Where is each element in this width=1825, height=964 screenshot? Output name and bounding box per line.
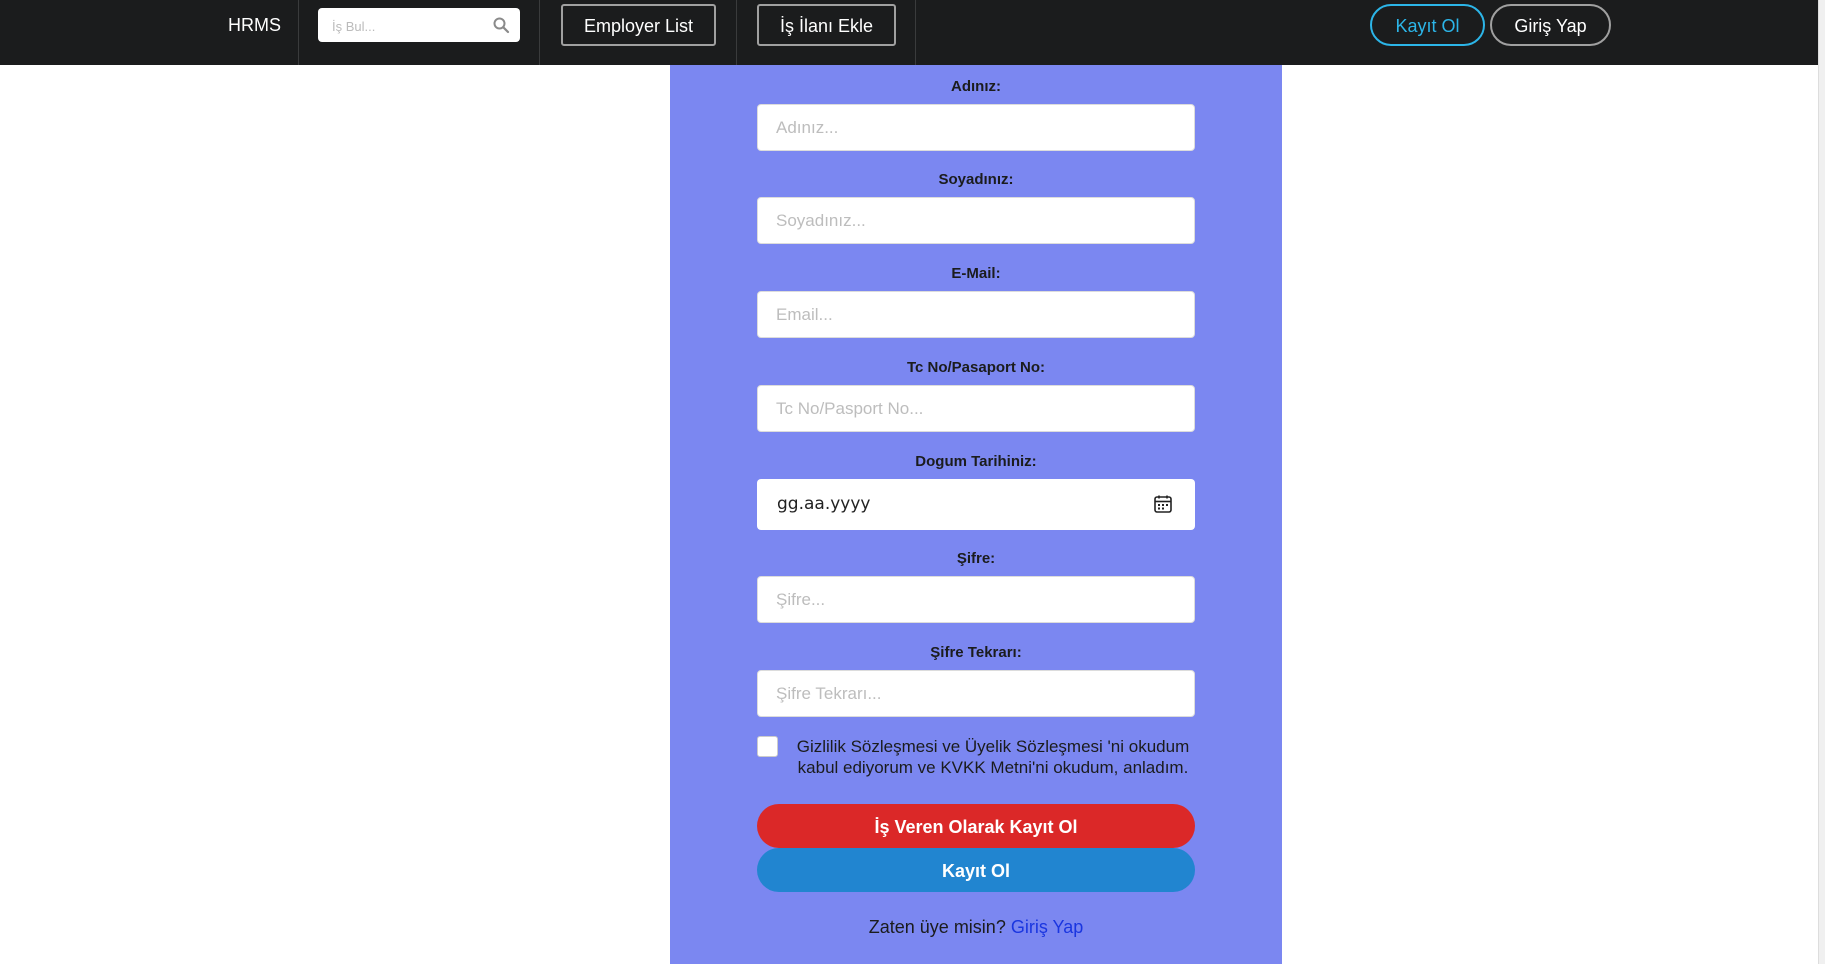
search-input[interactable]	[330, 8, 494, 44]
employer-list-button[interactable]: Employer List	[561, 4, 716, 46]
nav-divider	[736, 0, 737, 65]
login-prompt-text: Zaten üye misin?	[868, 917, 1006, 937]
calendar-icon[interactable]	[1153, 494, 1173, 514]
consent-line-2: kabul ediyorum ve KVKK Metni'ni okudum, …	[797, 758, 1189, 777]
email-input[interactable]	[757, 291, 1195, 338]
search-icon[interactable]	[492, 16, 510, 34]
login-nav-button[interactable]: Giriş Yap	[1490, 4, 1611, 46]
last-name-input[interactable]	[757, 197, 1195, 244]
last-name-label: Soyadınız:	[938, 171, 1014, 188]
id-number-label: Tc No/Pasaport No:	[906, 359, 1046, 376]
password-confirm-label: Şifre Tekrarı:	[930, 644, 1022, 661]
consent-line-1: Gizlilik Sözleşmesi ve Üyelik Sözleşmesi…	[796, 737, 1190, 756]
birth-date-label: Dogum Tarihiniz:	[915, 453, 1037, 470]
id-number-input[interactable]	[757, 385, 1195, 432]
password-confirm-input[interactable]	[757, 670, 1195, 717]
register-button[interactable]: Kayıt Ol	[757, 848, 1195, 892]
birth-date-placeholder: gg.aa.yyyy	[777, 494, 871, 514]
password-input[interactable]	[757, 576, 1195, 623]
login-link[interactable]: Giriş Yap	[1011, 917, 1083, 937]
nav-divider	[539, 0, 540, 65]
consent-text: Gizlilik Sözleşmesi ve Üyelik Sözleşmesi…	[794, 736, 1192, 778]
first-name-label: Adınız:	[951, 78, 1001, 95]
nav-divider	[298, 0, 299, 65]
birth-date-input[interactable]: gg.aa.yyyy	[757, 479, 1195, 530]
employer-register-button[interactable]: İş Veren Olarak Kayıt Ol	[757, 804, 1195, 848]
registration-form: Adınız: Soyadınız: E-Mail: Tc No/Pasapor…	[670, 65, 1282, 964]
consent-checkbox[interactable]	[757, 736, 778, 757]
first-name-input[interactable]	[757, 104, 1195, 151]
top-navbar: HRMS Employer List İş İlanı Ekle Kayıt O…	[0, 0, 1825, 65]
brand-logo[interactable]: HRMS	[228, 0, 281, 65]
search-box[interactable]	[318, 8, 520, 44]
password-label: Şifre:	[956, 550, 996, 567]
login-prompt: Zaten üye misin? Giriş Yap	[670, 917, 1282, 938]
add-job-posting-button[interactable]: İş İlanı Ekle	[757, 4, 896, 46]
email-label: E-Mail:	[951, 265, 1001, 282]
register-nav-button[interactable]: Kayıt Ol	[1370, 4, 1485, 46]
nav-divider	[915, 0, 916, 65]
page-scrollbar[interactable]	[1818, 0, 1825, 964]
